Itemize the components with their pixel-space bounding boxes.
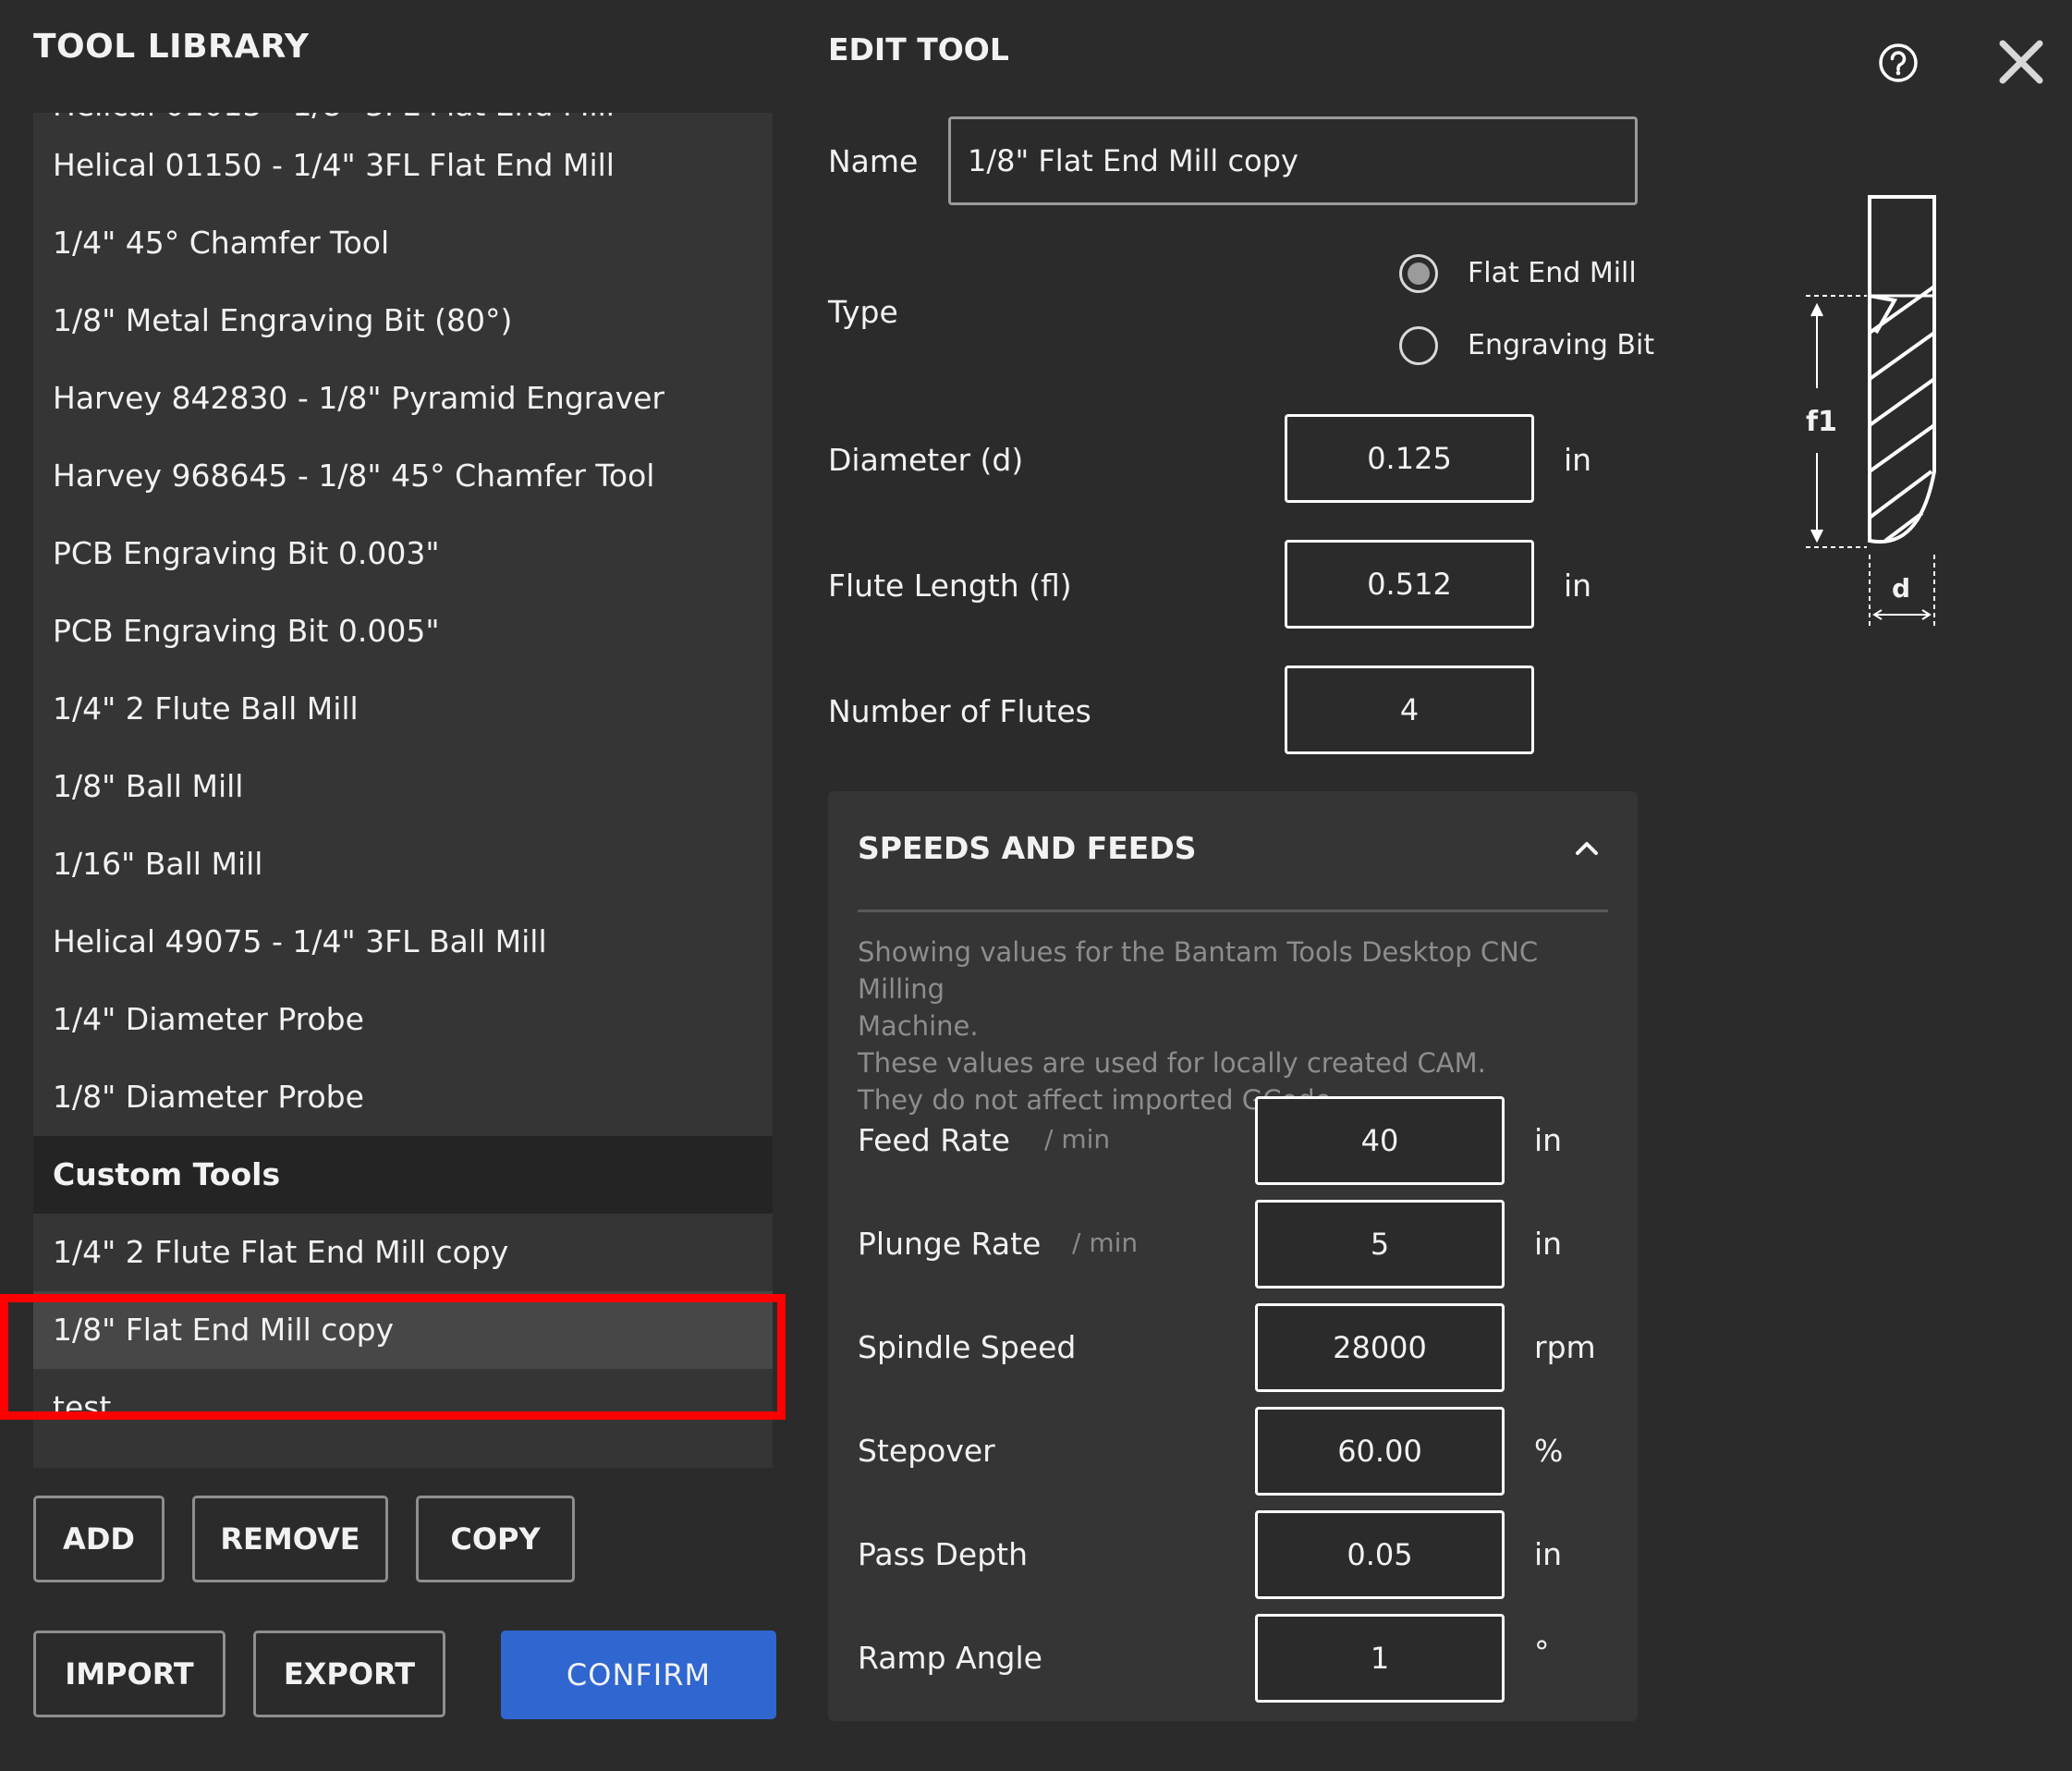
list-item[interactable]: 1/4" Diameter Probe bbox=[33, 981, 773, 1058]
list-item[interactable]: 1/16" Ball Mill bbox=[33, 825, 773, 903]
ramp-angle-input[interactable] bbox=[1255, 1614, 1505, 1703]
spindle-speed-label: Spindle Speed bbox=[858, 1329, 1077, 1365]
engraving-bit-radio[interactable] bbox=[1399, 326, 1438, 365]
import-button[interactable]: IMPORT bbox=[33, 1631, 225, 1717]
pass-depth-label: Pass Depth bbox=[858, 1536, 1029, 1572]
number-of-flutes-label: Number of Flutes bbox=[828, 693, 1091, 729]
help-circle-icon[interactable] bbox=[1878, 43, 1919, 83]
chevron-up-icon[interactable] bbox=[1571, 832, 1603, 863]
list-item[interactable]: 1/4" 45° Chamfer Tool bbox=[33, 204, 773, 282]
flat-end-mill-radio[interactable] bbox=[1399, 254, 1438, 293]
flute-length-diagram-label: f1 bbox=[1802, 404, 1841, 440]
feed-rate-input[interactable] bbox=[1255, 1096, 1505, 1185]
flute-length-label: Flute Length (fl) bbox=[828, 568, 1072, 604]
feed-rate-per-min: / min bbox=[1044, 1124, 1111, 1154]
list-item[interactable]: PCB Engraving Bit 0.003" bbox=[33, 515, 773, 592]
stepover-label: Stepover bbox=[858, 1433, 995, 1469]
list-item[interactable]: PCB Engraving Bit 0.005" bbox=[33, 592, 773, 670]
pass-depth-input[interactable] bbox=[1255, 1510, 1505, 1599]
stepover-input[interactable] bbox=[1255, 1407, 1505, 1496]
list-item[interactable]: 1/8" Metal Engraving Bit (80°) bbox=[33, 282, 773, 360]
spindle-speed-input[interactable] bbox=[1255, 1303, 1505, 1392]
speeds-note: Showing values for the Bantam Tools Desk… bbox=[858, 936, 1539, 1116]
list-item[interactable]: Helical 49075 - 1/4" 3FL Ball Mill bbox=[33, 903, 773, 981]
remove-button[interactable]: REMOVE bbox=[192, 1496, 388, 1582]
plunge-rate-per-min: / min bbox=[1072, 1227, 1139, 1258]
feed-rate-label: Feed Rate bbox=[858, 1122, 1010, 1158]
engraving-bit-label: Engraving Bit bbox=[1468, 329, 1655, 361]
type-label: Type bbox=[828, 294, 898, 330]
confirm-button[interactable]: CONFIRM bbox=[501, 1631, 776, 1719]
diameter-label: Diameter (d) bbox=[828, 442, 1024, 478]
plunge-rate-label: Plunge Rate bbox=[858, 1226, 1042, 1262]
ramp-angle-unit: ° bbox=[1534, 1634, 1550, 1670]
list-item[interactable]: 1/8" Ball Mill bbox=[33, 748, 773, 825]
feed-rate-unit: in bbox=[1534, 1122, 1563, 1158]
diameter-diagram-label: d bbox=[1892, 573, 1911, 604]
flute-length-input[interactable] bbox=[1285, 540, 1534, 629]
flute-length-unit: in bbox=[1564, 568, 1592, 604]
close-icon[interactable] bbox=[1998, 39, 2044, 85]
edit-tool-title: EDIT TOOL bbox=[828, 31, 1009, 67]
tool-list[interactable]: Helical 01013 - 1/8" 3FL Flat End Mill H… bbox=[33, 113, 773, 1468]
tool-library-title: TOOL LIBRARY bbox=[33, 28, 310, 66]
spindle-speed-unit: rpm bbox=[1534, 1329, 1596, 1365]
list-item[interactable]: Helical 01013 - 1/8" 3FL Flat End Mill bbox=[33, 113, 773, 127]
selection-highlight-box bbox=[0, 1294, 786, 1420]
ramp-angle-label: Ramp Angle bbox=[858, 1640, 1042, 1676]
list-item[interactable]: 1/4" 2 Flute Flat End Mill copy bbox=[33, 1214, 773, 1291]
list-item[interactable]: 1/4" 2 Flute Ball Mill bbox=[33, 670, 773, 748]
stepover-unit: % bbox=[1534, 1433, 1564, 1469]
speeds-and-feeds-title: SPEEDS AND FEEDS bbox=[858, 830, 1197, 866]
list-item[interactable]: Harvey 842830 - 1/8" Pyramid Engraver bbox=[33, 360, 773, 437]
add-button[interactable]: ADD bbox=[33, 1496, 165, 1582]
diameter-unit: in bbox=[1564, 442, 1592, 478]
name-label: Name bbox=[828, 143, 919, 179]
list-item[interactable]: Helical 01150 - 1/4" 3FL Flat End Mill bbox=[33, 127, 773, 204]
pass-depth-unit: in bbox=[1534, 1536, 1563, 1572]
number-of-flutes-input[interactable] bbox=[1285, 666, 1534, 754]
custom-tools-header: Custom Tools bbox=[33, 1136, 773, 1214]
copy-button[interactable]: COPY bbox=[416, 1496, 575, 1582]
export-button[interactable]: EXPORT bbox=[253, 1631, 445, 1717]
list-item[interactable]: Harvey 968645 - 1/8" 45° Chamfer Tool bbox=[33, 437, 773, 515]
diameter-input[interactable] bbox=[1285, 414, 1534, 503]
speeds-divider bbox=[858, 910, 1608, 912]
plunge-rate-input[interactable] bbox=[1255, 1200, 1505, 1289]
flat-end-mill-label: Flat End Mill bbox=[1468, 257, 1637, 289]
plunge-rate-unit: in bbox=[1534, 1226, 1563, 1262]
name-input[interactable] bbox=[948, 116, 1638, 205]
list-item[interactable]: 1/8" Diameter Probe bbox=[33, 1058, 773, 1136]
